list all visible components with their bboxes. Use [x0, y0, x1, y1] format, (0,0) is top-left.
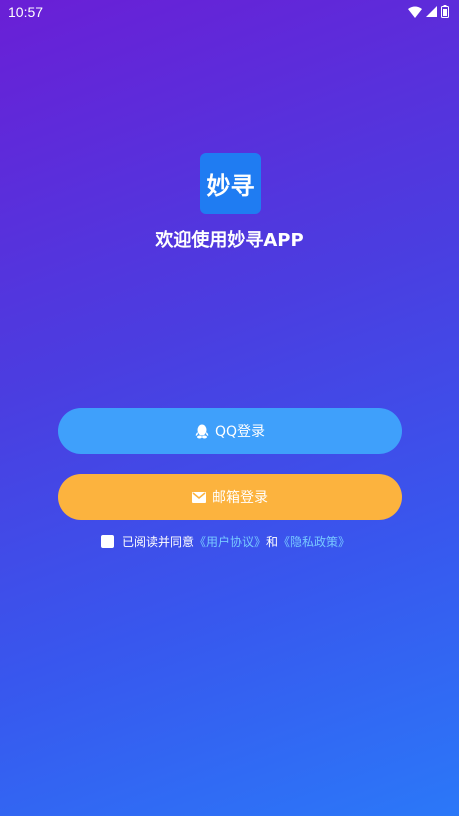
agreement-prefix: 已阅读并同意 — [122, 535, 195, 549]
agreement-row: 已阅读并同意 《用户协议》 和 《隐私政策》 — [101, 533, 350, 550]
status-icons — [408, 5, 449, 18]
user-agreement-link[interactable]: 《用户协议》 — [194, 533, 266, 550]
status-time: 10:57 — [8, 4, 44, 20]
qq-login-label: QQ登录 — [214, 424, 266, 440]
email-login-label: 邮箱登录 — [212, 490, 268, 506]
app-logo: 妙寻 — [200, 153, 261, 214]
mail-icon — [192, 491, 206, 503]
qq-login-button[interactable]: QQ登录 — [58, 408, 402, 454]
agreement-conjunction: 和 — [266, 535, 279, 549]
agreement-checkbox[interactable] — [101, 535, 114, 548]
status-bar: 10:57 — [0, 0, 459, 26]
welcome-title: 欢迎使用妙寻APP — [155, 230, 304, 251]
wifi-icon — [408, 6, 422, 18]
qq-icon — [195, 424, 209, 439]
email-login-button[interactable]: 邮箱登录 — [58, 474, 402, 520]
privacy-policy-link[interactable]: 《隐私政策》 — [278, 533, 350, 550]
signal-icon — [426, 6, 437, 17]
battery-icon — [441, 5, 449, 18]
